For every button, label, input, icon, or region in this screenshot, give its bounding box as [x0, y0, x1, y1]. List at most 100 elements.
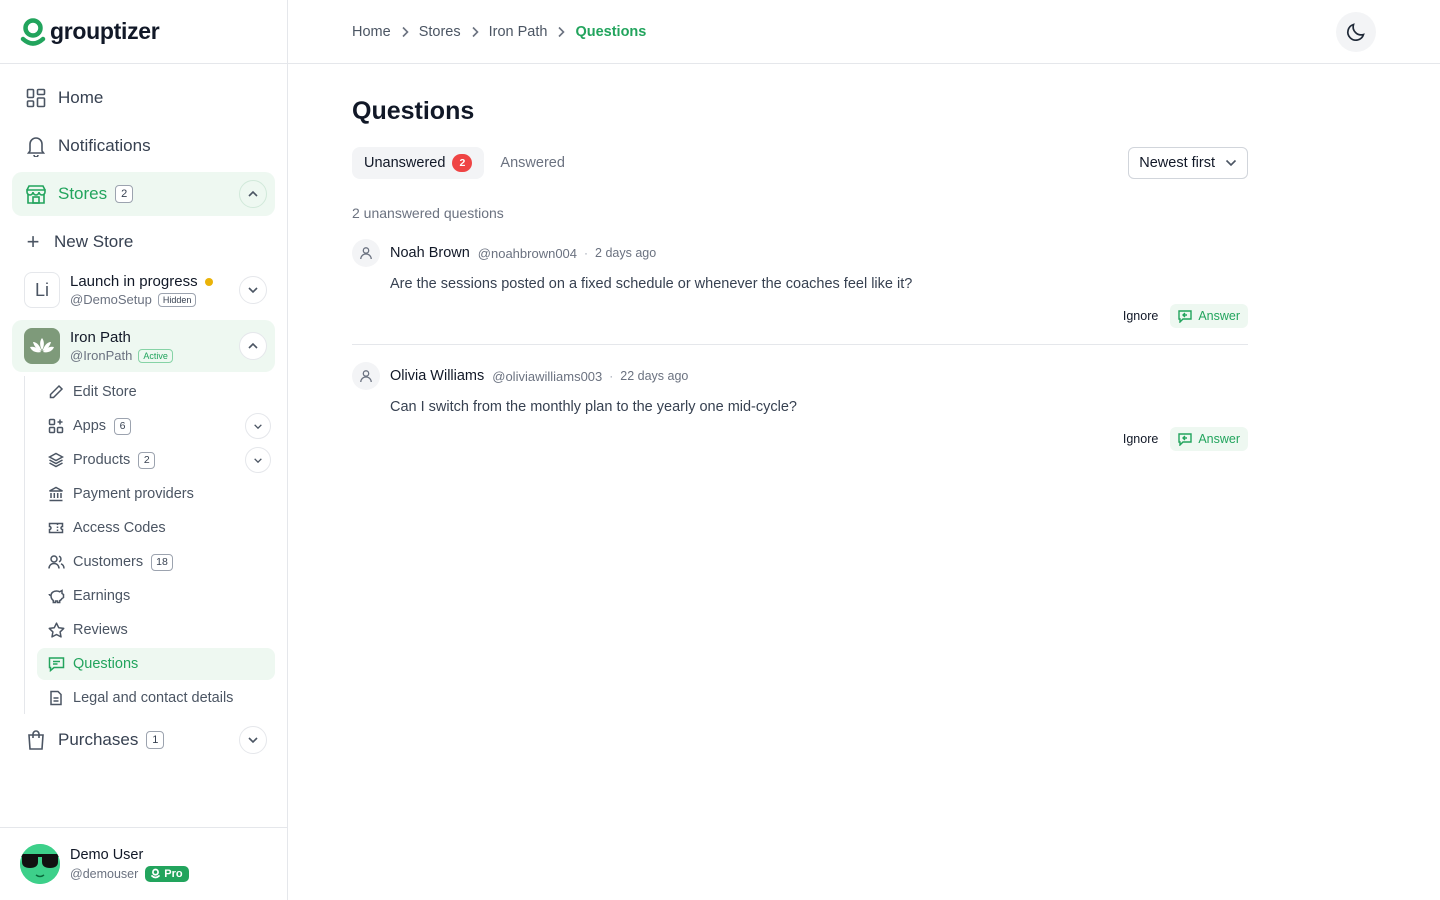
products-expand-button[interactable] — [245, 447, 271, 473]
logo[interactable]: grouptizer — [0, 0, 287, 64]
question-text: Are the sessions posted on a fixed sched… — [390, 276, 913, 292]
purchases-count-badge: 1 — [146, 731, 165, 749]
breadcrumb: Home Stores Iron Path Questions — [352, 24, 646, 40]
answer-button[interactable]: Answer — [1170, 427, 1248, 451]
store-status-badge: Hidden — [157, 292, 197, 307]
submenu-label: Questions — [73, 656, 139, 672]
store-expand-button[interactable] — [239, 276, 267, 304]
breadcrumb-store[interactable]: Iron Path — [489, 24, 548, 40]
store-handle: @IronPath — [70, 348, 133, 363]
ignore-button[interactable]: Ignore — [1123, 432, 1158, 446]
questions-summary: 2 unanswered questions — [352, 205, 504, 221]
store-status-badge: Active — [138, 348, 173, 363]
store-item-launch[interactable]: Li Launch in progress @DemoSetup Hidden — [12, 264, 275, 316]
pro-badge: Pro — [145, 865, 189, 882]
submenu-questions[interactable]: Questions — [37, 648, 275, 680]
submenu-payment-providers[interactable]: Payment providers — [37, 478, 275, 510]
submenu-label: Apps — [73, 418, 107, 434]
page-title: Questions — [352, 97, 475, 125]
question-time: 22 days ago — [620, 369, 689, 383]
sort-select[interactable]: Newest first — [1128, 147, 1248, 179]
customers-count-badge: 18 — [151, 553, 173, 571]
tab-unanswered[interactable]: Unanswered 2 — [352, 147, 485, 179]
submenu-reviews[interactable]: Reviews — [37, 614, 275, 646]
tab-label: Answered — [500, 155, 565, 171]
store-avatar: Li — [24, 272, 60, 308]
user-profile[interactable]: Demo User @demouser Pro — [0, 827, 287, 900]
submenu-label: Customers — [73, 554, 144, 570]
main-nav: Home Notifications Stores 2 + New Store … — [0, 64, 287, 762]
chevron-right-icon — [401, 26, 409, 38]
store-collapse-button[interactable] — [239, 332, 267, 360]
submenu-apps[interactable]: Apps 6 — [37, 410, 275, 442]
question-author: Noah Brown — [390, 245, 470, 261]
submenu-label: Reviews — [73, 622, 128, 638]
breadcrumb-stores[interactable]: Stores — [419, 24, 461, 40]
avatar — [20, 844, 60, 884]
pencil-icon — [47, 383, 65, 401]
store-submenu: Edit Store Apps 6 Products 2 Payment pro… — [24, 376, 275, 714]
reply-icon — [1178, 309, 1193, 323]
nav-stores[interactable]: Stores 2 — [12, 172, 275, 216]
apps-expand-button[interactable] — [245, 413, 271, 439]
submenu-label: Products — [73, 452, 131, 468]
plus-icon: + — [26, 229, 40, 254]
pending-status-dot — [204, 277, 213, 286]
moon-icon — [1347, 23, 1365, 41]
store-handle: @DemoSetup — [70, 292, 152, 307]
submenu-edit-store[interactable]: Edit Store — [37, 376, 275, 408]
message-question-icon — [47, 655, 65, 673]
question-time: 2 days ago — [595, 246, 657, 260]
bell-icon — [24, 134, 48, 158]
brand-name: grouptizer — [50, 18, 160, 44]
theme-toggle-button[interactable] — [1336, 12, 1376, 52]
new-store-button[interactable]: + New Store — [12, 220, 275, 264]
breadcrumb-home[interactable]: Home — [352, 24, 391, 40]
users-icon — [47, 553, 65, 571]
chevron-down-icon — [248, 737, 258, 744]
answer-label: Answer — [1198, 432, 1240, 446]
plan-label: Pro — [164, 867, 183, 880]
chevron-down-icon — [1225, 159, 1237, 167]
submenu-label: Legal and contact details — [73, 690, 234, 706]
question-handle: @noahbrown004 — [477, 245, 578, 261]
nav-stores-label: Stores — [58, 184, 108, 203]
sidebar: grouptizer Home Notifications Stores 2 +… — [0, 0, 288, 900]
nav-notifications[interactable]: Notifications — [12, 124, 275, 168]
dashboard-icon — [24, 86, 48, 110]
tabs: Unanswered 2 Answered Newest first — [352, 147, 1248, 179]
star-icon — [47, 621, 65, 639]
shopping-bag-icon — [24, 728, 48, 752]
chevron-down-icon — [254, 457, 262, 463]
question-item: Olivia Williams @oliviawilliams003 · 22 … — [352, 344, 1248, 467]
store-item-iron-path[interactable]: Iron Path @IronPath Active — [12, 320, 275, 372]
submenu-legal[interactable]: Legal and contact details — [37, 682, 275, 714]
chevron-down-icon — [254, 423, 262, 429]
piggy-bank-icon — [47, 587, 65, 605]
separator-dot: · — [609, 369, 614, 383]
submenu-label: Payment providers — [73, 486, 194, 502]
answer-button[interactable]: Answer — [1170, 304, 1248, 328]
chevron-right-icon — [557, 26, 566, 38]
ignore-button[interactable]: Ignore — [1123, 309, 1158, 323]
purchases-expand-button[interactable] — [239, 726, 267, 754]
chevron-right-icon — [471, 26, 479, 38]
chevron-down-icon — [248, 287, 258, 294]
submenu-earnings[interactable]: Earnings — [37, 580, 275, 612]
stores-collapse-button[interactable] — [239, 180, 267, 208]
store-name: Launch in progress — [70, 273, 198, 290]
submenu-customers[interactable]: Customers 18 — [37, 546, 275, 578]
submenu-access-codes[interactable]: Access Codes — [37, 512, 275, 544]
submenu-products[interactable]: Products 2 — [37, 444, 275, 476]
tab-answered[interactable]: Answered — [488, 147, 576, 179]
tab-label: Unanswered — [364, 155, 446, 171]
store-name: Iron Path — [70, 329, 131, 346]
breadcrumb-current: Questions — [575, 23, 647, 40]
user-icon — [352, 239, 380, 267]
sunglasses-avatar-icon — [20, 844, 60, 884]
question-handle: @oliviawilliams003 — [492, 368, 603, 384]
sort-value: Newest first — [1139, 155, 1215, 171]
nav-home[interactable]: Home — [12, 76, 275, 120]
submenu-label: Edit Store — [73, 384, 137, 400]
nav-purchases[interactable]: Purchases 1 — [12, 718, 275, 762]
